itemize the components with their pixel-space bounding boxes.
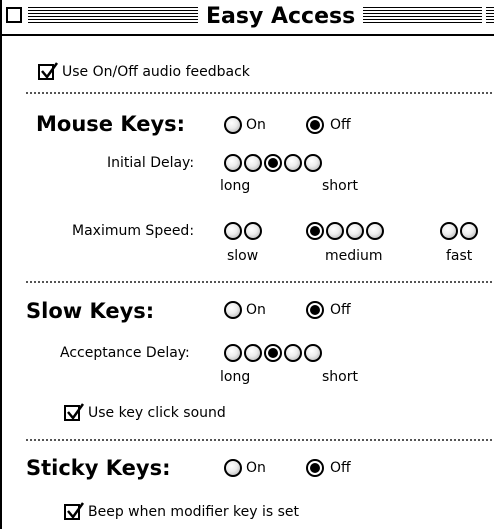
mouse-keys-on-label: On bbox=[246, 117, 266, 133]
sticky-keys-on-label: On bbox=[246, 460, 266, 476]
mouse-keys-off-label: Off bbox=[330, 117, 351, 133]
acceptance-delay-label: Acceptance Delay: bbox=[60, 345, 190, 361]
maximum-speed-step-5[interactable] bbox=[346, 222, 364, 240]
maximum-speed-step-2[interactable] bbox=[244, 222, 262, 240]
beep-modifier-checkbox[interactable] bbox=[64, 502, 85, 520]
sticky-keys-off-radio[interactable] bbox=[306, 459, 324, 477]
acceptance-delay-long-label: long bbox=[220, 369, 251, 385]
initial-delay-short-label: short bbox=[322, 178, 358, 194]
acceptance-delay-step-1[interactable] bbox=[224, 344, 242, 362]
key-click-sound-label: Use key click sound bbox=[88, 405, 226, 421]
maximum-speed-step-8[interactable] bbox=[460, 222, 478, 240]
acceptance-delay-step-4[interactable] bbox=[284, 344, 302, 362]
mouse-keys-heading: Mouse Keys: bbox=[36, 112, 186, 136]
check-icon bbox=[67, 403, 85, 421]
acceptance-delay-step-3[interactable] bbox=[264, 344, 282, 362]
title-bar-stripes-right bbox=[486, 7, 494, 25]
audio-feedback-checkbox[interactable] bbox=[38, 62, 59, 80]
mouse-keys-off-radio[interactable] bbox=[306, 116, 324, 134]
separator bbox=[26, 92, 494, 94]
mouse-keys-on-radio[interactable] bbox=[224, 116, 242, 134]
sticky-keys-off-label: Off bbox=[330, 460, 351, 476]
maximum-speed-label: Maximum Speed: bbox=[72, 223, 195, 239]
slow-keys-heading: Slow Keys: bbox=[26, 299, 155, 323]
maximum-speed-step-6[interactable] bbox=[366, 222, 384, 240]
maximum-speed-slow-label: slow bbox=[227, 248, 259, 264]
sticky-keys-on-radio[interactable] bbox=[224, 459, 242, 477]
initial-delay-long-label: long bbox=[220, 178, 251, 194]
acceptance-delay-step-2[interactable] bbox=[244, 344, 262, 362]
separator bbox=[26, 281, 494, 283]
key-click-sound-checkbox[interactable] bbox=[64, 403, 85, 421]
window-title: Easy Access bbox=[198, 3, 364, 31]
easy-access-window: Easy Access Use On/Off audio feedback Mo… bbox=[0, 0, 494, 529]
acceptance-delay-step-5[interactable] bbox=[304, 344, 322, 362]
maximum-speed-step-4[interactable] bbox=[326, 222, 344, 240]
initial-delay-step-5[interactable] bbox=[304, 154, 322, 172]
initial-delay-step-4[interactable] bbox=[284, 154, 302, 172]
slow-keys-on-label: On bbox=[246, 302, 266, 318]
maximum-speed-medium-label: medium bbox=[325, 248, 383, 264]
maximum-speed-step-3[interactable] bbox=[306, 222, 324, 240]
close-box[interactable] bbox=[6, 7, 22, 23]
maximum-speed-fast-label: fast bbox=[446, 248, 473, 264]
sticky-keys-heading: Sticky Keys: bbox=[26, 456, 171, 480]
slow-keys-off-label: Off bbox=[330, 302, 351, 318]
maximum-speed-step-7[interactable] bbox=[440, 222, 458, 240]
initial-delay-step-3[interactable] bbox=[264, 154, 282, 172]
check-icon bbox=[67, 502, 85, 520]
check-icon bbox=[41, 62, 59, 80]
maximum-speed-step-1[interactable] bbox=[224, 222, 242, 240]
initial-delay-step-1[interactable] bbox=[224, 154, 242, 172]
initial-delay-step-2[interactable] bbox=[244, 154, 262, 172]
initial-delay-label: Initial Delay: bbox=[107, 155, 195, 171]
acceptance-delay-short-label: short bbox=[322, 369, 358, 385]
separator bbox=[26, 439, 494, 441]
audio-feedback-label: Use On/Off audio feedback bbox=[62, 64, 250, 80]
slow-keys-on-radio[interactable] bbox=[224, 301, 242, 319]
beep-modifier-label: Beep when modifier key is set bbox=[88, 504, 300, 520]
slow-keys-off-radio[interactable] bbox=[306, 301, 324, 319]
title-bar[interactable]: Easy Access bbox=[2, 0, 494, 36]
